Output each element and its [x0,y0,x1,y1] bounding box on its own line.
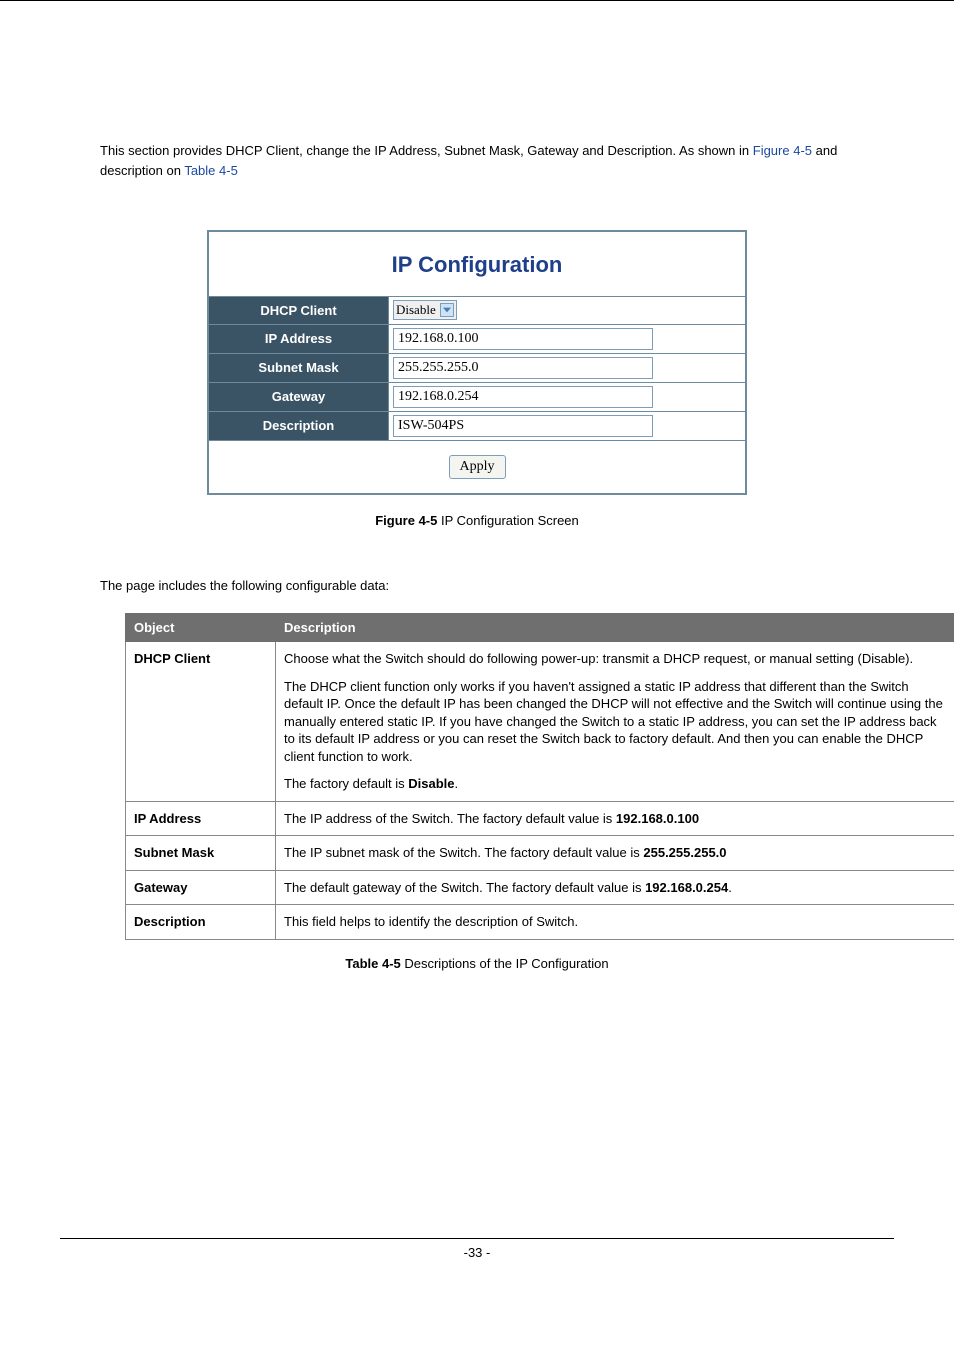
dhcp-client-select[interactable]: Disable [393,300,457,320]
row-gateway: Gateway [209,383,745,412]
apply-button[interactable]: Apply [449,455,506,479]
desc-description: This field helps to identify the descrip… [276,905,954,940]
row-description: Description [209,412,745,441]
th-object: Object [126,614,276,642]
table-row: DHCP Client Choose what the Switch shoul… [126,642,954,802]
table-caption-bold: Table 4-5 [345,956,400,971]
obj-dhcp: DHCP Client [126,642,276,802]
label-description: Description [209,412,389,440]
obj-mask: Subnet Mask [126,836,276,871]
label-dhcp-client: DHCP Client [209,297,389,324]
desc-mask: The IP subnet mask of the Switch. The fa… [276,836,954,871]
obj-ip: IP Address [126,801,276,836]
description-table: Object Description DHCP Client Choose wh… [125,613,954,940]
page-number: -33 - [464,1245,491,1260]
label-subnet-mask: Subnet Mask [209,354,389,382]
panel-title: IP Configuration [209,232,745,297]
apply-row: Apply [209,441,745,493]
figure-caption-bold: Figure 4-5 [375,513,437,528]
table-caption: Table 4-5 Descriptions of the IP Configu… [60,956,894,971]
figure-caption-rest: IP Configuration Screen [437,513,578,528]
intro-paragraph: 4.2.3 IP Configuration This section prov… [60,51,894,180]
table-row: Subnet Mask The IP subnet mask of the Sw… [126,836,954,871]
ip-config-figure: IP Configuration DHCP Client Disable IP … [207,230,747,528]
ip-config-panel: IP Configuration DHCP Client Disable IP … [207,230,747,495]
desc-gateway: The default gateway of the Switch. The f… [276,870,954,905]
label-ip-address: IP Address [209,325,389,353]
page-footer: -33 - [0,1238,954,1260]
dhcp-client-value: Disable [396,302,436,318]
desc-dhcp: Choose what the Switch should do followi… [276,642,954,802]
row-dhcp: DHCP Client Disable [209,297,745,325]
row-mask: Subnet Mask [209,354,745,383]
config-para: The page includes the following configur… [60,528,894,603]
obj-gateway: Gateway [126,870,276,905]
gateway-input[interactable] [393,386,653,408]
table-row: IP Address The IP address of the Switch.… [126,801,954,836]
figure-link[interactable]: Figure 4-5 [753,143,812,158]
intro-text: This section provides DHCP Client, chang… [100,143,753,158]
subnet-mask-input[interactable] [393,357,653,379]
th-description: Description [276,614,954,642]
figure-caption: Figure 4-5 IP Configuration Screen [207,513,747,528]
row-ip: IP Address [209,325,745,354]
description-input[interactable] [393,415,653,437]
desc-ip: The IP address of the Switch. The factor… [276,801,954,836]
obj-description: Description [126,905,276,940]
table-link[interactable]: Table 4-5 [184,163,237,178]
chevron-down-icon [440,303,454,317]
table-row: Gateway The default gateway of the Switc… [126,870,954,905]
label-gateway: Gateway [209,383,389,411]
ip-address-input[interactable] [393,328,653,350]
page: 4.2.3 IP Configuration This section prov… [0,0,954,1280]
table-row: Description This field helps to identify… [126,905,954,940]
table-caption-rest: Descriptions of the IP Configuration [401,956,609,971]
